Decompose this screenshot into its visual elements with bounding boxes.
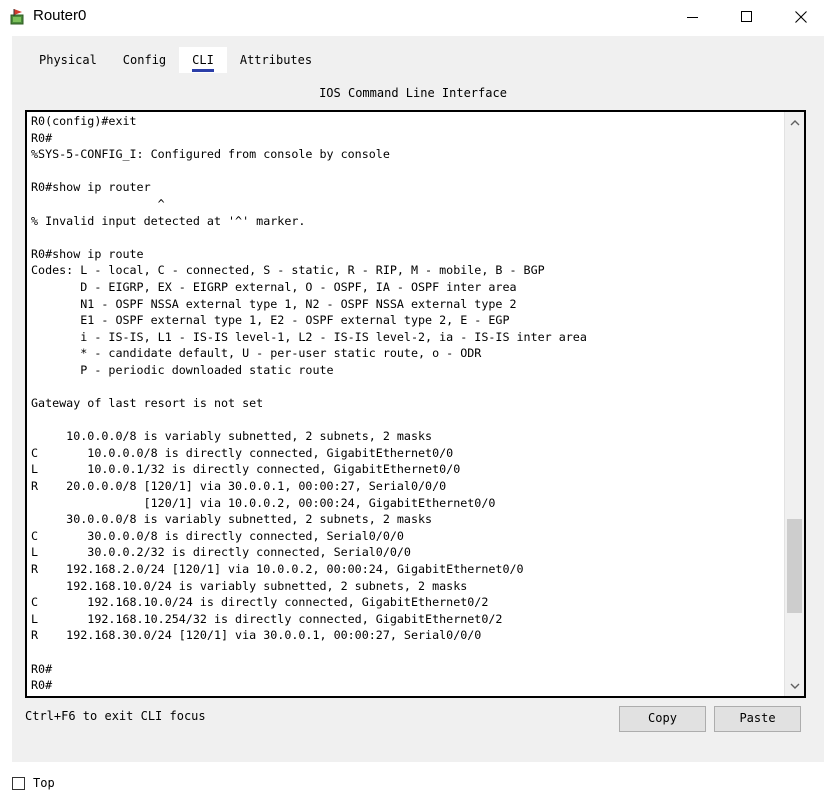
scroll-up-arrow[interactable] [785, 113, 804, 131]
scroll-down-arrow[interactable] [785, 677, 804, 695]
scrollbar-thumb[interactable] [787, 519, 802, 613]
close-icon [795, 11, 807, 23]
cli-panel: IOS Command Line Interface R0(config)#ex… [12, 73, 824, 762]
tab-label: Physical [39, 53, 97, 67]
top-checkbox[interactable] [12, 776, 25, 790]
top-checkbox-label: Top [33, 776, 55, 790]
maximize-icon [741, 11, 752, 22]
minimize-icon [687, 17, 698, 18]
client-area: Physical Config CLI Attributes IOS Comma… [12, 36, 824, 762]
minimize-button[interactable] [666, 0, 720, 34]
close-button[interactable] [774, 0, 828, 34]
router-app-icon [9, 8, 27, 26]
chevron-up-icon [790, 119, 799, 125]
terminal-output[interactable]: R0(config)#exit R0# %SYS-5-CONFIG_I: Con… [31, 113, 587, 694]
terminal-scrollbar[interactable] [784, 112, 804, 696]
maximize-button[interactable] [720, 0, 774, 34]
tab-config[interactable]: Config [109, 47, 180, 73]
chevron-down-icon [790, 683, 799, 689]
tab-attributes[interactable]: Attributes [226, 47, 326, 73]
window-title: Router0 [33, 7, 87, 24]
tab-bar: Physical Config CLI Attributes [26, 47, 326, 73]
tab-label: Attributes [239, 53, 313, 67]
exit-focus-hint: Ctrl+F6 to exit CLI focus [25, 709, 206, 723]
tab-label: CLI [192, 53, 214, 72]
tab-physical[interactable]: Physical [26, 47, 110, 73]
title-bar: Router0 [0, 0, 830, 34]
cli-terminal[interactable]: R0(config)#exit R0# %SYS-5-CONFIG_I: Con… [25, 110, 806, 698]
top-option[interactable]: Top [12, 774, 55, 792]
copy-button[interactable]: Copy [619, 706, 706, 732]
cli-heading: IOS Command Line Interface [319, 86, 507, 100]
tab-cli[interactable]: CLI [179, 47, 227, 73]
tab-label: Config [122, 53, 167, 67]
paste-button[interactable]: Paste [714, 706, 801, 732]
